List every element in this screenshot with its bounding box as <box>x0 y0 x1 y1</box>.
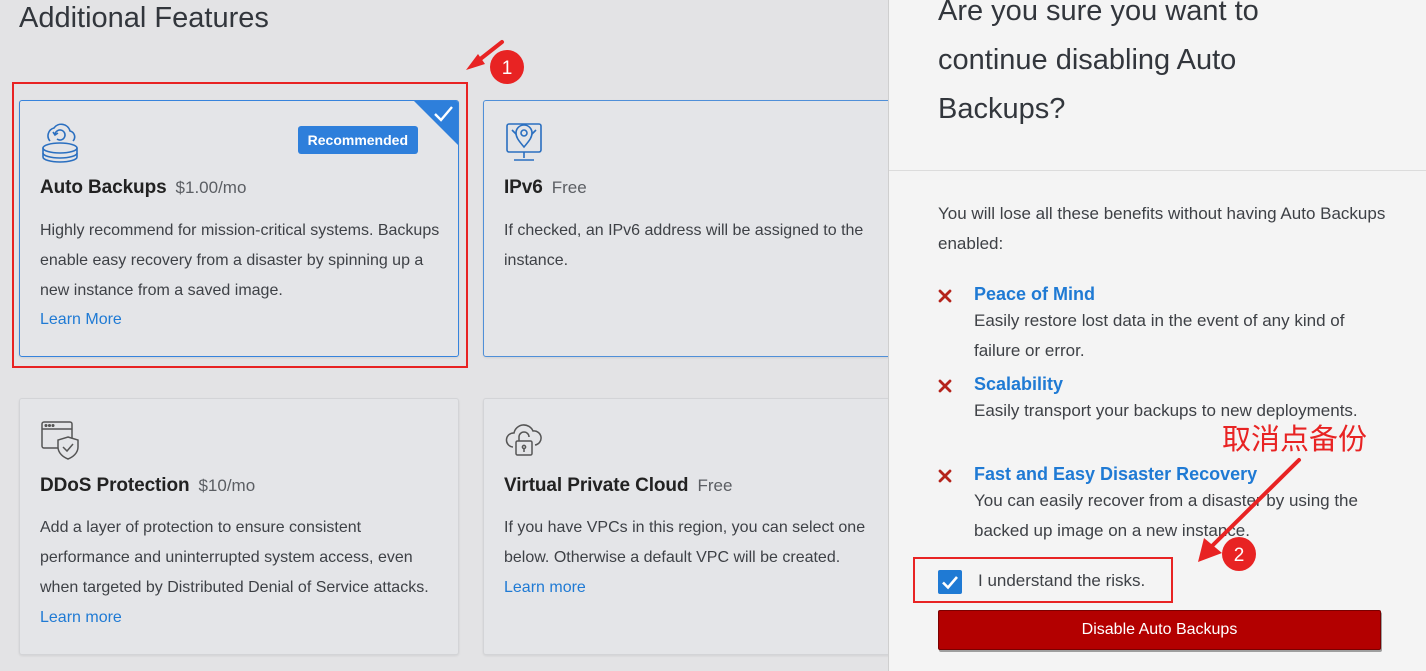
card-description: Add a layer of protection to ensure cons… <box>40 519 429 596</box>
card-price: Free <box>697 476 733 495</box>
card-price: Free <box>551 178 587 197</box>
additional-features-panel: Additional Features Recommended Auto Bac… <box>0 0 888 671</box>
x-mark-icon <box>938 379 952 393</box>
dialog-title: Are you sure you want to continue disabl… <box>938 0 1259 125</box>
card-title: DDoS Protection <box>40 475 190 496</box>
network-location-icon <box>506 123 542 161</box>
benefit-description: Easily restore lost data in the event of… <box>974 311 1345 360</box>
disable-auto-backups-button[interactable]: Disable Auto Backups <box>938 610 1381 650</box>
cloud-lock-icon <box>505 424 542 456</box>
shield-window-icon <box>41 421 79 460</box>
feature-card-ipv6[interactable]: IPv6 Free If checked, an IPv6 address wil… <box>483 100 888 357</box>
benefit-title: Fast and Easy Disaster Recovery <box>974 464 1258 484</box>
learn-more-link[interactable]: Learn more <box>40 609 122 627</box>
x-mark-icon <box>938 289 952 303</box>
dialog-header: Are you sure you want to continue disabl… <box>889 0 1426 171</box>
card-title: IPv6 <box>504 177 543 198</box>
benefit-title: Peace of Mind <box>974 284 1096 304</box>
annotation-highlight-box <box>913 557 1173 603</box>
annotation-highlight-box <box>12 82 468 368</box>
benefit-title: Scalability <box>974 374 1064 394</box>
dialog-intro: You will lose all these benefits without… <box>938 204 1386 253</box>
annotation-note: 取消点备份 <box>1222 422 1368 456</box>
x-mark-icon <box>938 469 952 483</box>
card-title-row: Virtual Private Cloud Free <box>504 475 732 497</box>
learn-more-link[interactable]: Learn more <box>504 579 586 597</box>
card-description: If checked, an IPv6 address will be assi… <box>504 222 864 269</box>
card-title-row: DDoS Protection $10/mo <box>40 475 255 497</box>
benefit-description: You can easily recover from a disaster b… <box>974 491 1358 540</box>
card-title: Virtual Private Cloud <box>504 475 689 496</box>
feature-card-ddos-protection[interactable]: DDoS Protection $10/mo Add a layer of pro… <box>19 398 459 655</box>
section-title: Additional Features <box>19 2 269 34</box>
card-price: $10/mo <box>198 476 256 495</box>
card-description: If you have VPCs in this region, you can… <box>504 519 866 566</box>
card-title-row: IPv6 Free <box>504 177 587 199</box>
feature-card-vpc[interactable]: Virtual Private Cloud Free If you have VP… <box>483 398 888 655</box>
dialog-body: You will lose all these benefits without… <box>938 199 1398 540</box>
